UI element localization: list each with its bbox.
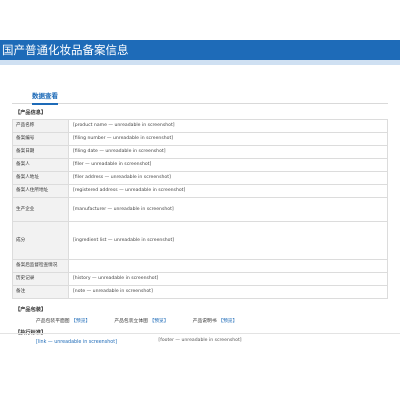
download-item: 产品包装平面图 【预览】: [36, 318, 90, 326]
table-row: 备注 [note — unreadable in screenshot]: [12, 285, 388, 299]
download-item: 产品说明书 【预览】: [193, 318, 238, 326]
table-row: 历史记录 [history — unreadable in screenshot…: [12, 272, 388, 286]
preview-manual-link[interactable]: 【预览】: [218, 319, 237, 324]
page-footer: [footer — unreadable in screenshot]: [0, 333, 400, 345]
table-row: 备案日期 [filing date — unreadable in screen…: [12, 145, 388, 159]
row-label: 备案人地址: [12, 171, 69, 185]
table-row: 产品名称 [product name — unreadable in scree…: [12, 119, 388, 133]
download-item: 产品包装立体图 【预览】: [114, 318, 168, 326]
download-item-label: 产品包装立体图: [114, 319, 148, 324]
row-label: 备注: [12, 285, 69, 299]
row-label: 历史记录: [12, 272, 69, 286]
table-row: 备案人地址 [filer address — unreadable in scr…: [12, 171, 388, 185]
page-title: 国产普通化妆品备案信息: [2, 43, 129, 57]
inspection-value: [68, 259, 388, 273]
top-whitespace: [0, 0, 400, 40]
downloads-row: 产品包装平面图 【预览】 产品包装立体图 【预览】 产品说明书 【预览】: [36, 318, 388, 326]
history-value: [history — unreadable in screenshot]: [68, 272, 388, 286]
preview-flat-pack-link[interactable]: 【预览】: [71, 319, 90, 324]
table-row: 备案人 [filer — unreadable in screenshot]: [12, 158, 388, 172]
row-label: 产品名称: [12, 119, 69, 133]
row-label: 备案人: [12, 158, 69, 172]
tab-data-view[interactable]: 数据查看: [32, 90, 58, 105]
filer-address-value: [filer address — unreadable in screensho…: [68, 171, 388, 185]
filer-value: [filer — unreadable in screenshot]: [68, 158, 388, 172]
downloads-section-title: 【产品包装】: [15, 307, 47, 313]
row-label: 成分: [12, 221, 69, 260]
row-label: 备案人住所地址: [12, 184, 69, 198]
download-item-label: 产品包装平面图: [36, 319, 70, 324]
row-label: 生产企业: [12, 197, 69, 222]
footer-text: [footer — unreadable in screenshot]: [158, 338, 242, 343]
product-name-value: [product name — unreadable in screenshot…: [68, 119, 388, 133]
preview-3d-pack-link[interactable]: 【预览】: [149, 319, 168, 324]
registered-address-value: [registered address — unreadable in scre…: [68, 184, 388, 198]
filing-number-value: [filing number — unreadable in screensho…: [68, 132, 388, 146]
table-row: 备案后监督检查情况: [12, 259, 388, 273]
table-row: 生产企业 [manufacturer — unreadable in scree…: [12, 197, 388, 222]
ingredients-value: [ingredient list — unreadable in screens…: [68, 221, 388, 260]
product-section-title: 【产品信息】: [15, 110, 47, 116]
tab-bar: 数据查看: [12, 84, 388, 105]
filing-date-value: [filing date — unreadable in screenshot]: [68, 145, 388, 159]
row-label: 备案后监督检查情况: [12, 259, 69, 273]
download-item-label: 产品说明书: [192, 319, 217, 324]
table-row: 成分 [ingredient list — unreadable in scre…: [12, 221, 388, 260]
note-value: [note — unreadable in screenshot]: [68, 285, 388, 299]
row-label: 备案编号: [12, 132, 69, 146]
table-row: 备案编号 [filing number — unreadable in scre…: [12, 132, 388, 146]
row-label: 备案日期: [12, 145, 69, 159]
page-banner: 国产普通化妆品备案信息: [0, 40, 400, 60]
banner-strip: [0, 60, 400, 65]
manufacturer-value: [manufacturer — unreadable in screenshot…: [68, 197, 388, 222]
table-row: 备案人住所地址 [registered address — unreadable…: [12, 184, 388, 198]
product-info-table: 产品名称 [product name — unreadable in scree…: [12, 119, 388, 299]
main-content: 数据查看 【产品信息】 产品名称 [product name — unreada…: [12, 84, 388, 347]
